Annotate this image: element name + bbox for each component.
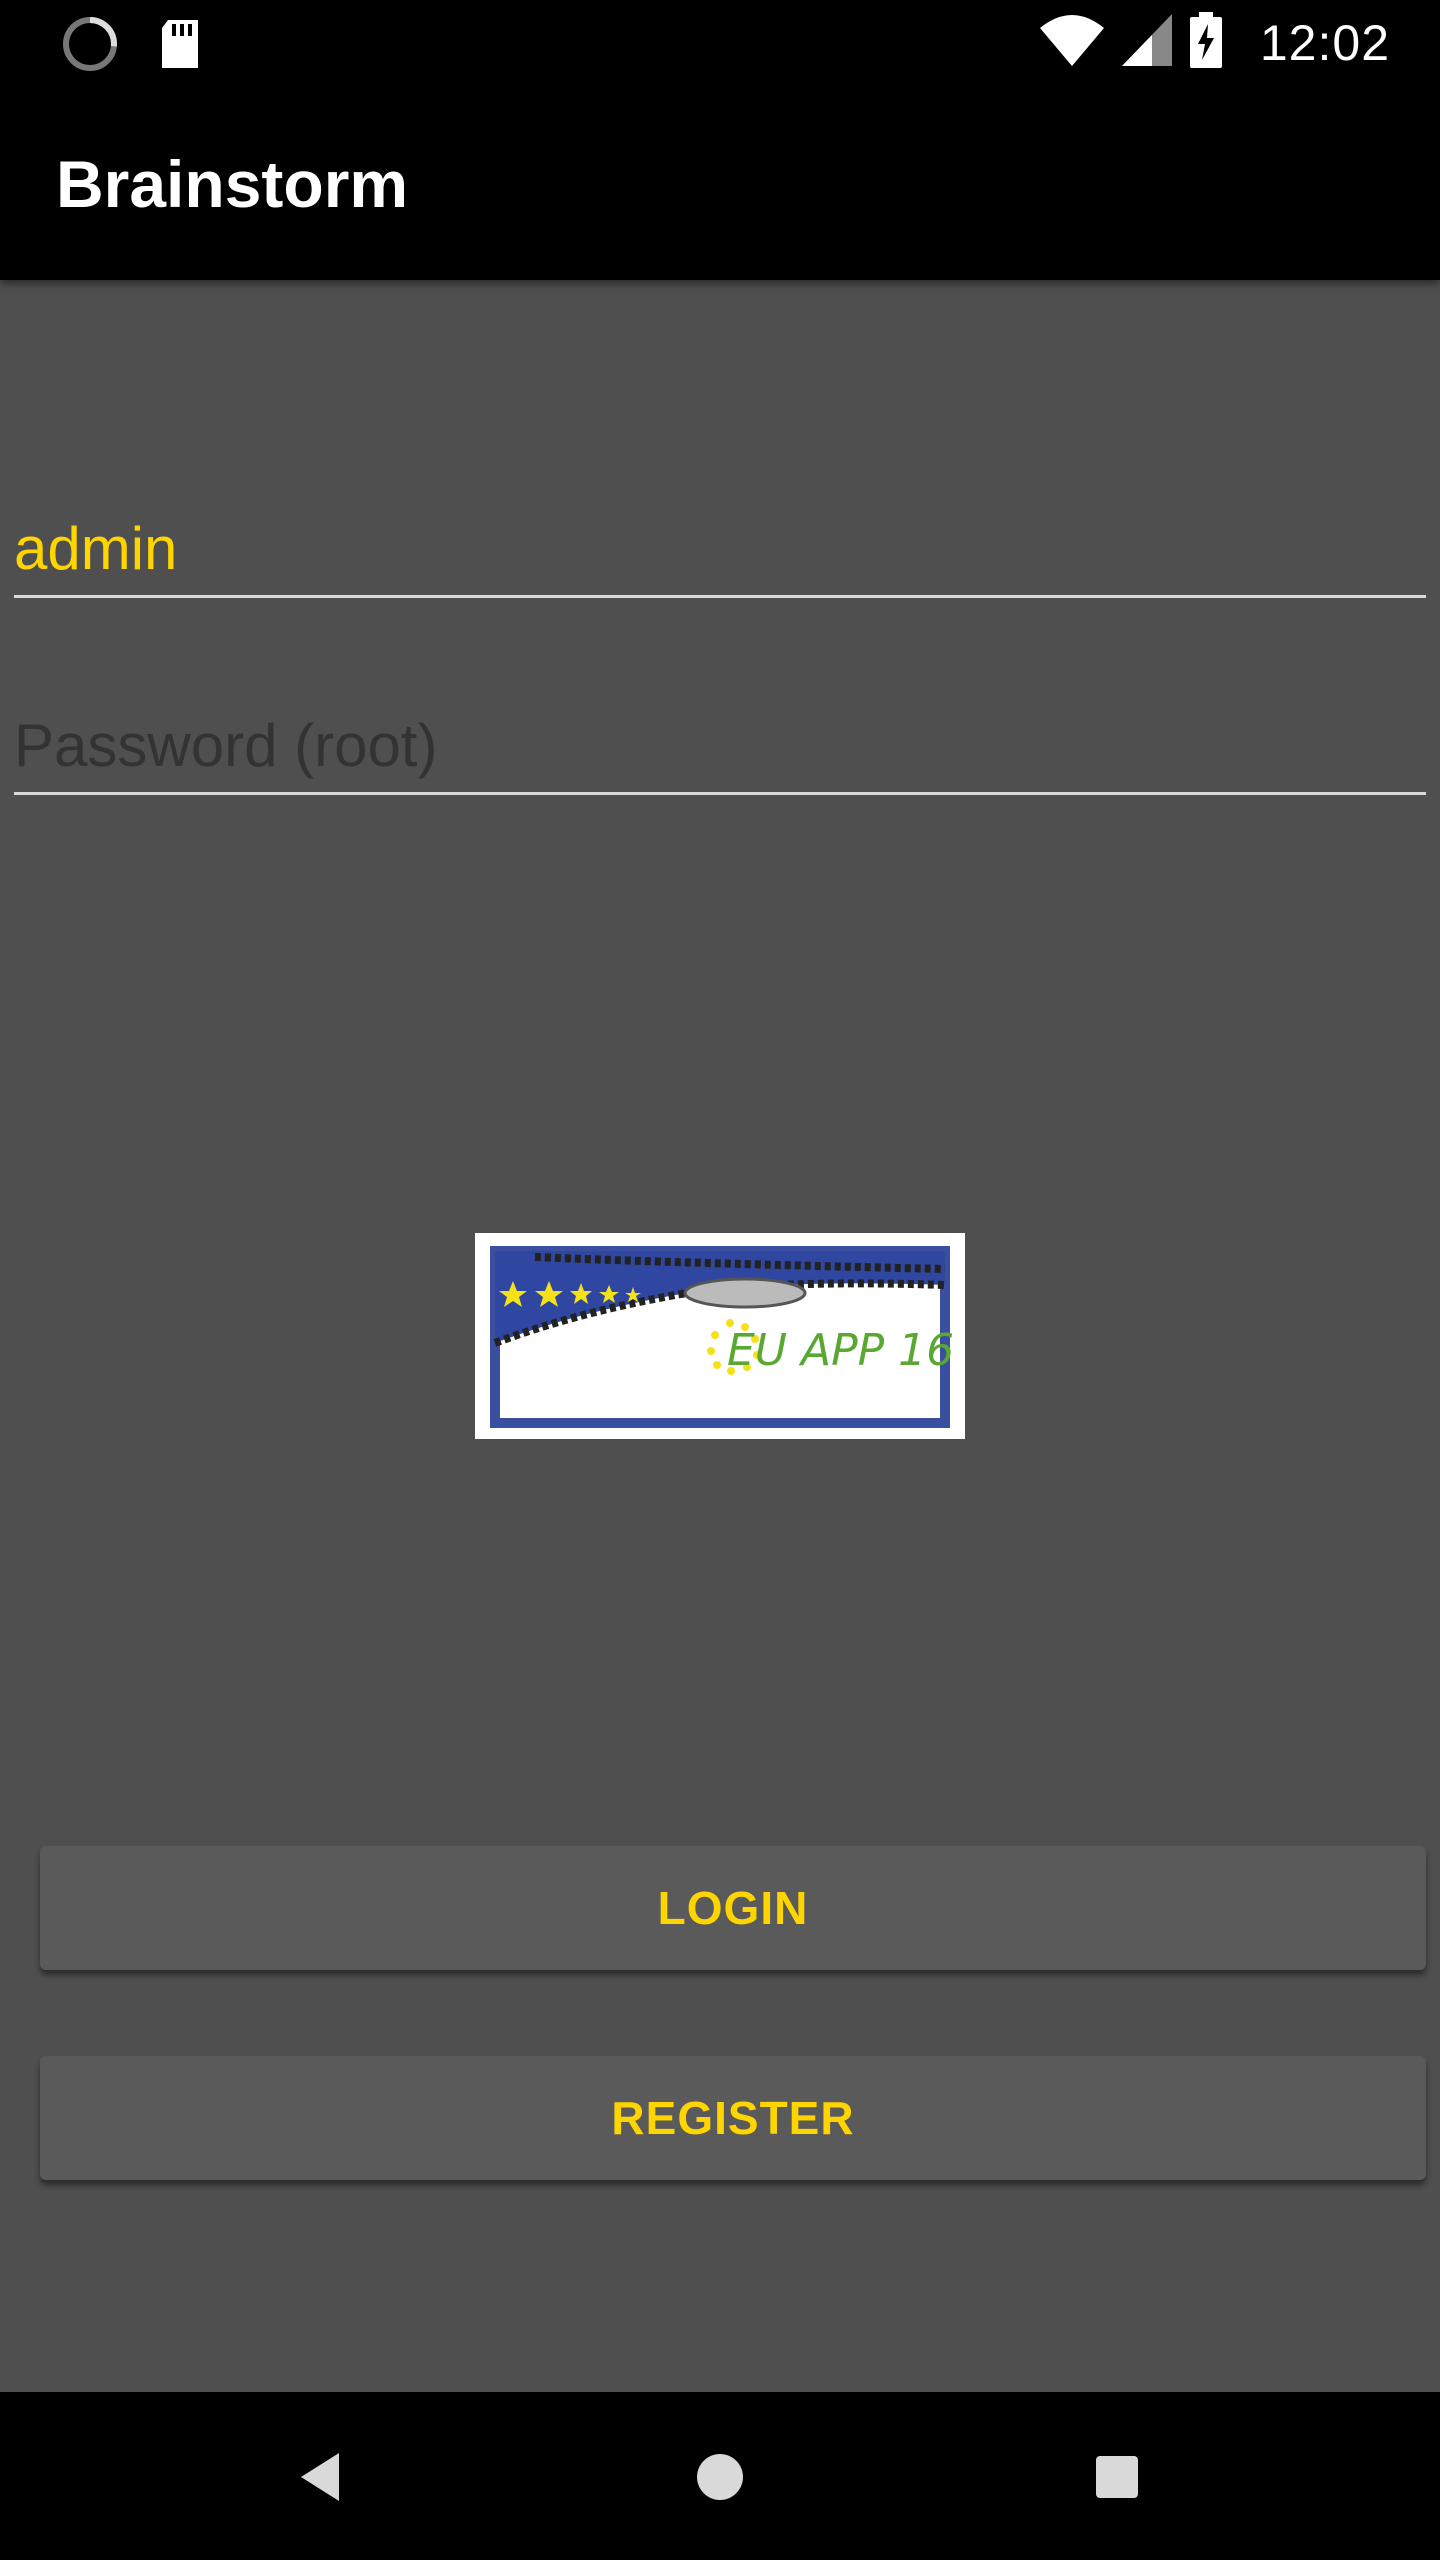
- password-field[interactable]: [14, 672, 1426, 795]
- recents-icon[interactable]: [1072, 2432, 1162, 2522]
- cell-signal-icon: [1121, 14, 1172, 71]
- logo-text: EU APP 16: [727, 1325, 954, 1376]
- login-screen: 12:02 Brainstorm admin EU APP 16 LOGIN R…: [0, 0, 1440, 2560]
- wifi-icon: [1039, 14, 1104, 71]
- login-button[interactable]: LOGIN: [40, 1846, 1426, 1970]
- sd-card-icon: [158, 18, 202, 75]
- status-bar: 12:02: [0, 0, 1440, 84]
- password-input[interactable]: [14, 711, 1426, 780]
- username-field[interactable]: [14, 475, 1426, 598]
- username-input[interactable]: [14, 514, 1426, 583]
- battery-charging-icon: [1189, 12, 1222, 73]
- app-bar: Brainstorm: [0, 84, 1440, 280]
- loading-spinner-icon: [62, 16, 118, 77]
- navigation-bar: [0, 2392, 1440, 2560]
- home-icon[interactable]: [675, 2432, 765, 2522]
- back-icon[interactable]: [275, 2432, 365, 2522]
- app-title: Brainstorm: [56, 147, 409, 221]
- register-button[interactable]: REGISTER: [40, 2056, 1426, 2180]
- eu-app-logo: EU APP 16: [475, 1233, 965, 1439]
- status-clock: 12:02: [1259, 14, 1390, 71]
